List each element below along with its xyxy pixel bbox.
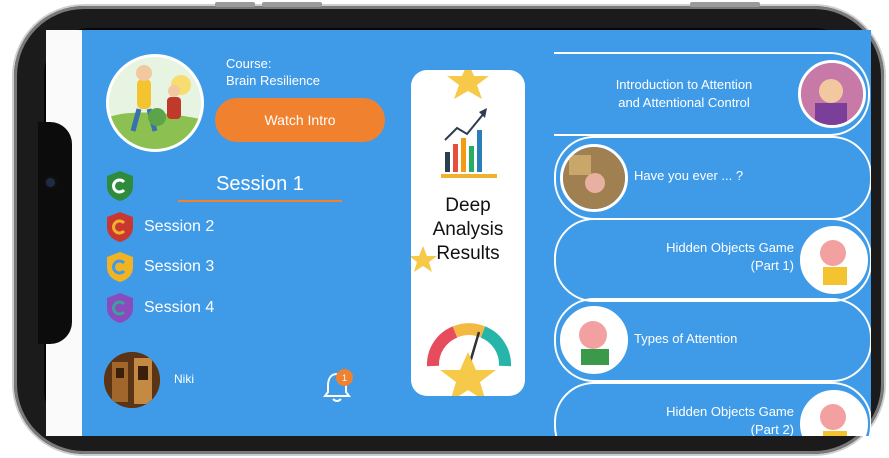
star-icon [440,352,496,396]
phone-power-button [690,2,760,7]
phone-side-button [262,2,322,7]
course-name: Brain Resilience [226,73,320,88]
lesson-thumbnail [800,226,868,294]
lesson-title: Hidden Objects Game (Part 2) [666,404,794,436]
analysis-title-line2: Analysis [432,219,504,240]
lesson-title: Types of Attention [634,331,738,346]
analysis-title-line3: Results [436,243,500,264]
lesson-title: Have you ever ... ? [634,168,744,183]
current-session-title[interactable]: Session 1 [178,173,342,196]
session-3-row[interactable]: Session 3 [106,251,214,283]
user-avatar[interactable] [104,352,160,408]
lesson-thumbnail [798,60,866,128]
session-1-row[interactable] [106,170,134,202]
bar-chart-icon [441,108,497,178]
session-label: Session 2 [144,218,215,235]
lesson-thumbnail [560,306,628,374]
lesson-title: Introduction to Attention and Attentional… [615,77,753,110]
course-avatar[interactable] [106,54,204,152]
camera-icon [46,178,55,187]
session-label: Session 3 [144,258,215,275]
lesson-title: Hidden Objects Game (Part 1) [666,240,794,273]
user-name: Niki [174,372,194,386]
star-icon [447,70,489,99]
course-label: Course: [226,56,272,71]
app-screen: Course: Brain Resilience Watch Intro Ses… [82,30,871,436]
analysis-title-line1: Deep [445,195,491,216]
session-4-row[interactable]: Session 4 [106,292,214,324]
phone-volume-button [215,2,255,7]
lesson-thumbnail [560,144,628,212]
session-label: Session 4 [144,299,215,316]
session-underline [178,200,342,202]
watch-intro-button[interactable]: Watch Intro [215,98,385,142]
deep-analysis-card[interactable]: Deep Analysis Results [411,70,525,396]
shield-icon [107,171,133,201]
notification-badge: 1 [336,369,353,386]
session-2-row[interactable]: Session 2 [106,211,214,243]
shield-icon [107,212,133,242]
shield-icon [107,293,133,323]
phone-notch [38,122,72,344]
shield-icon [107,252,133,282]
